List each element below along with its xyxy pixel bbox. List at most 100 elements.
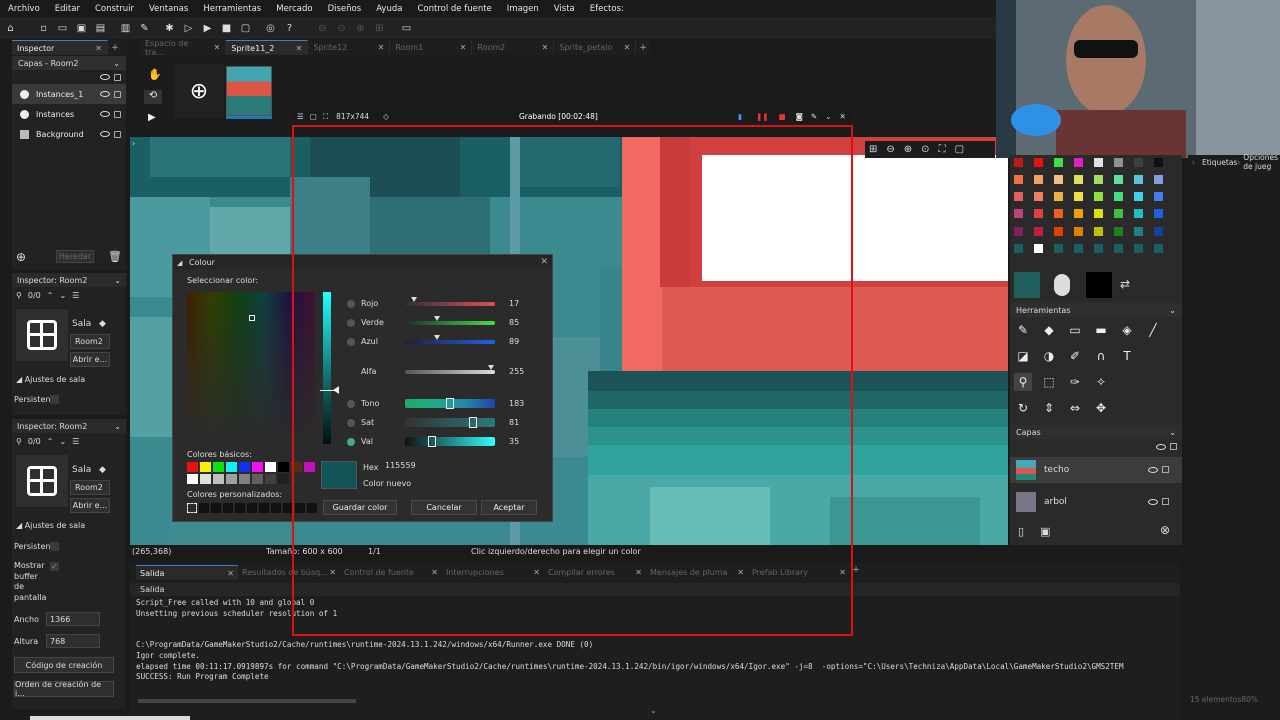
palette-swatch[interactable] xyxy=(1054,158,1063,167)
close-icon[interactable]: ✕ xyxy=(737,568,744,577)
chevron-down-icon[interactable]: ⌄ xyxy=(650,706,657,715)
palette-swatch[interactable] xyxy=(1014,226,1023,236)
channel-value[interactable]: 17 xyxy=(509,299,519,308)
open-editor-button[interactable]: Abrir e... xyxy=(70,498,110,513)
lock-icon[interactable] xyxy=(1162,498,1169,505)
basic-color-swatch[interactable] xyxy=(278,462,289,472)
close-icon[interactable]: ✕ xyxy=(329,568,336,577)
tools-header[interactable]: Herramientas ⌄ xyxy=(1010,303,1182,317)
eye-icon[interactable] xyxy=(1156,444,1166,450)
mode-radio[interactable] xyxy=(347,438,355,446)
search-icon[interactable]: ⚲ xyxy=(16,437,22,446)
zoom-out-icon[interactable]: ⊖ xyxy=(316,22,329,35)
frame-thumbnail[interactable] xyxy=(226,66,272,116)
close-icon[interactable]: ✕ xyxy=(624,43,631,52)
grid-icon[interactable]: ⊞ xyxy=(869,144,877,155)
delete-icon[interactable]: ⊗ xyxy=(1160,523,1170,537)
mode-radio[interactable] xyxy=(347,419,355,427)
palette-swatch[interactable] xyxy=(1014,175,1023,185)
curve-icon[interactable]: ∩ xyxy=(1092,347,1110,365)
menu-item[interactable]: Editar xyxy=(55,4,80,14)
crop-icon[interactable]: ⛶ xyxy=(323,112,328,122)
home-icon[interactable]: ⌂ xyxy=(4,22,17,35)
menu-item[interactable]: Ayuda xyxy=(376,4,402,14)
custom-color-swatch[interactable] xyxy=(295,503,305,513)
slider-handle[interactable] xyxy=(433,335,440,340)
channel-slider[interactable] xyxy=(405,321,495,325)
room-name-field[interactable]: Room2 xyxy=(70,334,110,349)
palette-swatch[interactable] xyxy=(1094,226,1103,236)
basic-color-swatch[interactable] xyxy=(239,473,250,484)
search-icon[interactable]: ⚲ xyxy=(16,291,22,300)
horizontal-scrollbar[interactable] xyxy=(138,699,356,703)
document-tab[interactable]: Espacio de tra... ✕ xyxy=(140,39,227,57)
basic-color-swatch[interactable] xyxy=(226,462,237,472)
slider-handle[interactable] xyxy=(411,297,417,302)
channel-value[interactable]: 35 xyxy=(509,437,519,446)
window-icon[interactable]: ▢ xyxy=(310,112,317,121)
lock-icon[interactable] xyxy=(114,90,121,98)
frame-icon[interactable]: ▢ xyxy=(955,144,964,155)
document-tab[interactable]: Room1 ✕ xyxy=(390,40,473,55)
custom-color-swatch[interactable] xyxy=(283,503,293,513)
pen-icon[interactable]: ✎ xyxy=(811,112,817,121)
channel-value[interactable]: 255 xyxy=(509,367,524,376)
custom-color-swatch[interactable] xyxy=(211,503,221,513)
flip-vertical-icon[interactable]: ⇕ xyxy=(1040,399,1058,417)
eye-icon[interactable] xyxy=(100,111,110,117)
layers-header[interactable]: Capas ⌄ xyxy=(1010,425,1182,439)
eyedropper-icon[interactable]: ⚲ xyxy=(1014,373,1032,391)
palette-swatch[interactable] xyxy=(1034,158,1043,167)
asset-folder[interactable]: › Etiquetas xyxy=(1192,156,1237,168)
add-layer-icon[interactable]: ⊕ xyxy=(16,250,28,264)
palette-swatch[interactable] xyxy=(1154,226,1163,236)
mode-radio[interactable] xyxy=(347,319,355,327)
basic-color-swatch[interactable] xyxy=(252,473,263,484)
palette-swatch[interactable] xyxy=(1114,175,1123,185)
fill-icon[interactable]: ◈ xyxy=(1118,321,1136,339)
palette-swatch[interactable] xyxy=(1114,209,1123,219)
output-tab[interactable]: Control de fuente ✕ xyxy=(340,565,442,580)
slider-handle[interactable] xyxy=(446,398,454,409)
basic-color-swatch[interactable] xyxy=(226,473,237,484)
palette-swatch[interactable] xyxy=(1054,175,1063,185)
basic-color-swatch[interactable] xyxy=(265,473,276,484)
channel-value[interactable]: 89 xyxy=(509,337,519,346)
custom-color-swatch[interactable] xyxy=(223,503,233,513)
persistent-checkbox[interactable] xyxy=(50,395,59,404)
palette-swatch[interactable] xyxy=(1014,192,1023,202)
palette-swatch[interactable] xyxy=(1154,192,1163,202)
room-settings-header[interactable]: ◢ Ajustes de sala xyxy=(16,521,85,530)
add-tab-icon[interactable]: + xyxy=(850,565,862,580)
chevron-down-icon[interactable]: ⌄ xyxy=(59,291,66,300)
pencil-icon[interactable]: ✎ xyxy=(1014,321,1032,339)
basic-color-swatch[interactable] xyxy=(187,462,198,472)
chevron-down-icon[interactable]: ⌄ xyxy=(113,59,120,68)
close-icon[interactable]: ✕ xyxy=(840,112,846,121)
menu-item[interactable]: Imagen xyxy=(507,4,539,14)
room-settings-header[interactable]: ◢ Ajustes de sala xyxy=(16,375,85,384)
palette-swatch[interactable] xyxy=(1134,158,1143,167)
palette-swatch[interactable] xyxy=(1094,175,1103,185)
eye-icon[interactable] xyxy=(100,131,110,137)
room-name-field[interactable]: Room2 xyxy=(70,480,110,495)
close-icon[interactable]: ✕ xyxy=(533,568,540,577)
menu-item[interactable]: Herramientas xyxy=(203,4,261,14)
output-tab[interactable]: Resultados de búsq... ✕ xyxy=(238,565,340,580)
chevron-down-icon[interactable]: ⌄ xyxy=(59,437,66,446)
palette-swatch[interactable] xyxy=(1134,192,1143,202)
slider-handle[interactable] xyxy=(487,365,494,370)
close-icon[interactable]: ✕ xyxy=(839,568,846,577)
menu-item[interactable]: Archivo xyxy=(8,4,40,14)
fit-icon[interactable]: ⊞ xyxy=(373,22,386,35)
channel-slider[interactable] xyxy=(405,418,495,427)
eraser-icon[interactable]: ◆ xyxy=(1040,321,1058,339)
close-icon[interactable]: ✕ xyxy=(635,568,642,577)
palette-swatch[interactable] xyxy=(1094,192,1103,202)
sprite-layer-row[interactable]: techo xyxy=(1010,457,1182,483)
asset-folder[interactable]: › Opciones de jueg xyxy=(1237,153,1280,171)
custom-color-swatch[interactable] xyxy=(199,503,209,513)
custom-color-swatch[interactable] xyxy=(259,503,269,513)
brush-icon[interactable]: ✐ xyxy=(1066,347,1084,365)
channel-slider[interactable] xyxy=(405,302,495,306)
